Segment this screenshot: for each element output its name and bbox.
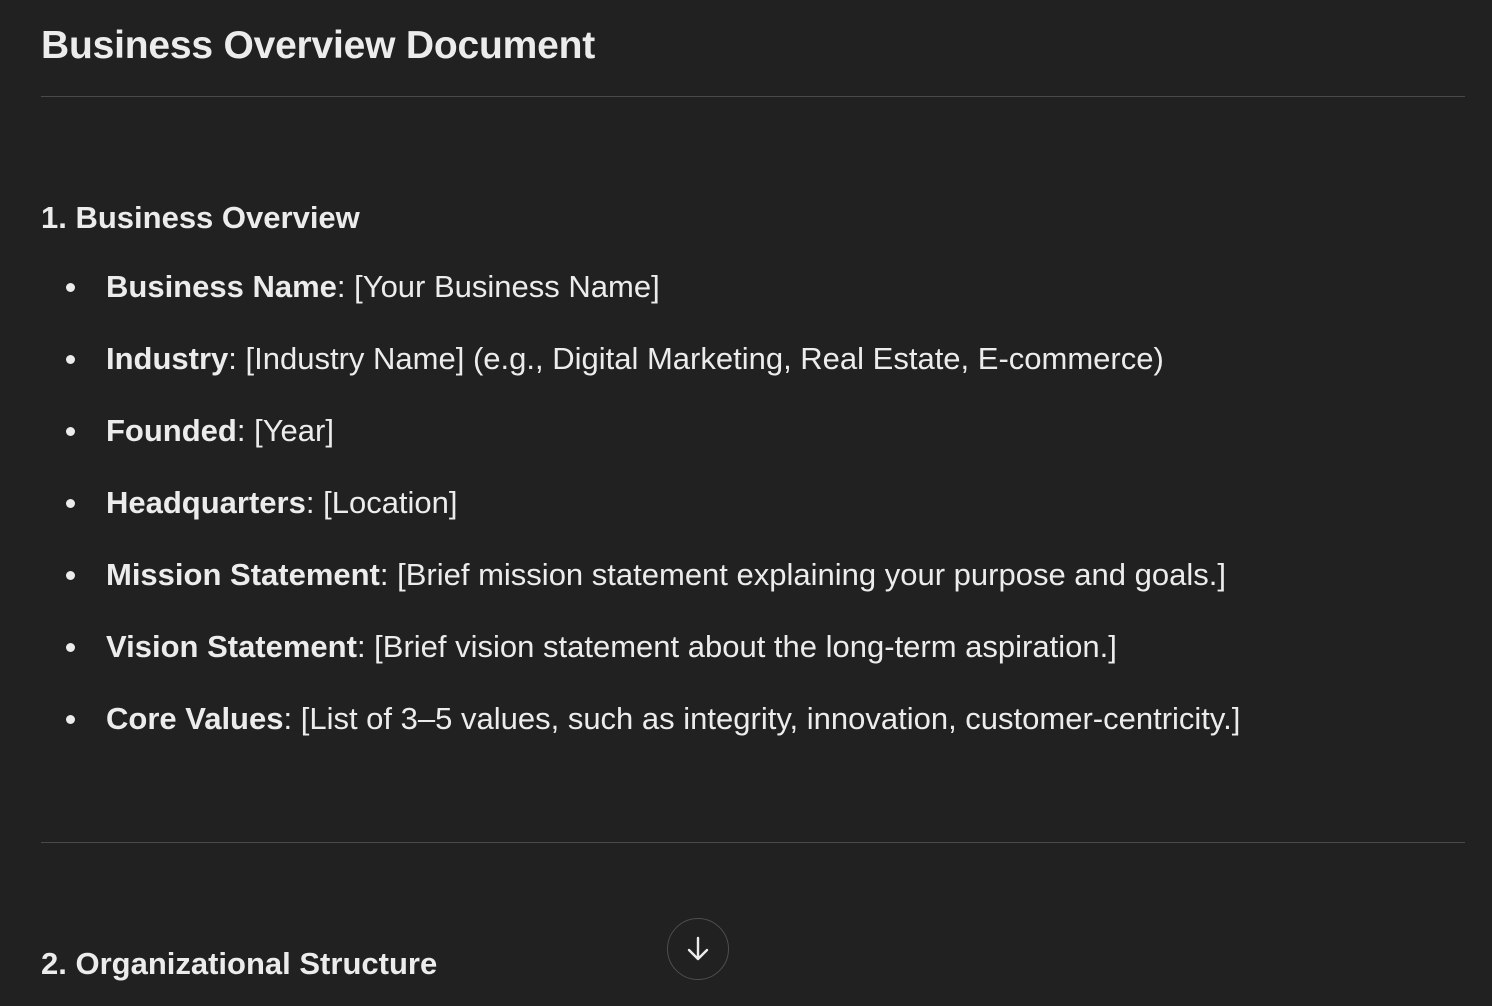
scroll-to-bottom-button[interactable] <box>667 918 729 980</box>
item-separator: : <box>236 413 255 448</box>
item-key: Headquarters <box>106 485 306 520</box>
item-separator: : <box>379 557 398 592</box>
item-separator: : <box>305 485 324 520</box>
item-value: [Year] <box>254 413 334 448</box>
document-page: Business Overview Document 1. Business O… <box>0 0 1492 1006</box>
bullet <box>66 283 75 292</box>
list-item-text: Core Values: [List of 3–5 values, such a… <box>106 694 1240 744</box>
item-value: [Location] <box>323 485 458 520</box>
list-item-text: Vision Statement: [Brief vision statemen… <box>106 622 1117 672</box>
item-key: Core Values <box>106 701 284 736</box>
item-key: Industry <box>106 341 229 376</box>
item-value: [Industry Name] (e.g., Digital Marketing… <box>245 341 1164 376</box>
list-item-text: Founded: [Year] <box>106 406 334 456</box>
item-key: Vision Statement <box>106 629 357 664</box>
item-key: Founded <box>106 413 237 448</box>
list-item-text: Industry: [Industry Name] (e.g., Digital… <box>106 334 1164 384</box>
section-heading-business-overview: 1. Business Overview <box>41 200 360 235</box>
item-separator: : <box>356 629 375 664</box>
divider <box>41 96 1465 97</box>
list-item-text: Mission Statement: [Brief mission statem… <box>106 550 1226 600</box>
bullet <box>66 355 75 364</box>
section-heading-organizational-structure: 2. Organizational Structure <box>41 946 438 981</box>
arrow-down-icon <box>687 936 709 961</box>
bullet <box>66 643 75 652</box>
item-value: [Brief mission statement explaining your… <box>397 557 1226 592</box>
document-title: Business Overview Document <box>41 24 595 67</box>
list-item-text: Headquarters: [Location] <box>106 478 458 528</box>
item-value: [Brief vision statement about the long-t… <box>374 629 1117 664</box>
item-separator: : <box>336 269 355 304</box>
bullet <box>66 715 75 724</box>
divider <box>41 842 1465 843</box>
bullet <box>66 499 75 508</box>
list-item-text: Business Name: [Your Business Name] <box>106 262 660 312</box>
item-separator: : <box>228 341 246 376</box>
bullet <box>66 427 75 436</box>
item-key: Business Name <box>106 269 337 304</box>
item-key: Mission Statement <box>106 557 380 592</box>
item-value: [Your Business Name] <box>354 269 660 304</box>
bullet <box>66 571 75 580</box>
item-value: [List of 3–5 values, such as integrity, … <box>300 701 1241 736</box>
item-separator: : <box>283 701 301 736</box>
